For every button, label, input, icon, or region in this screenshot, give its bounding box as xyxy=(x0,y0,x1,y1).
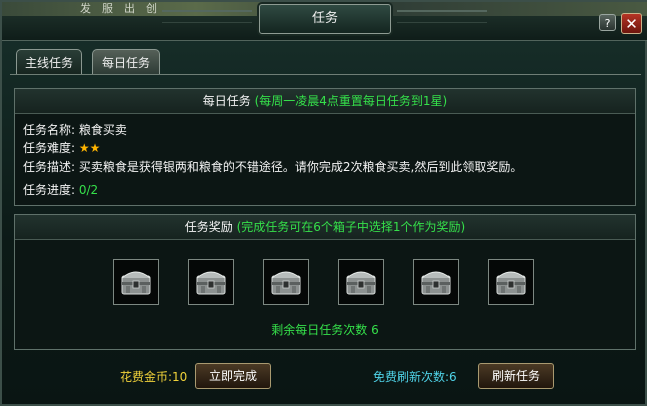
tab-daily-quest[interactable]: 每日任务 xyxy=(92,49,160,75)
quest-description-value: 买卖粮食是获得银两和粮食的不错途径。请你完成2次粮食买卖,然后到此领取奖励。 xyxy=(78,160,523,174)
reward-header: 任务奖励 (完成任务可在6个箱子中选择1个作为奖励) xyxy=(15,215,635,240)
title-ornament-left xyxy=(162,10,252,23)
close-button[interactable]: ✕ xyxy=(621,13,642,34)
quest-name-row: 任务名称: 粮食买卖 xyxy=(23,122,127,138)
reward-heading: 任务奖励 xyxy=(184,220,233,234)
quest-difficulty-row: 任务难度: ★★ xyxy=(23,140,100,156)
reward-panel: 任务奖励 (完成任务可在6个箱子中选择1个作为奖励) 剩余每日任务次数 6 xyxy=(14,214,636,350)
daily-quest-heading-note: (每周一凌晨4点重置每日任务到1星) xyxy=(254,94,448,108)
star-icon: ★ xyxy=(78,141,90,155)
free-refresh-label: 免费刷新次数: xyxy=(373,370,450,384)
quest-difficulty-label: 任务难度: xyxy=(23,141,76,155)
top-strip-item: 发 xyxy=(80,2,91,15)
tab-divider xyxy=(10,74,641,75)
window-title: 任务 xyxy=(259,4,391,34)
top-strip-item: 服 xyxy=(102,2,113,15)
cost-label: 花费金币: xyxy=(120,370,173,384)
cost-value: 10 xyxy=(172,370,188,384)
free-refresh-group: 免费刷新次数:6 xyxy=(373,368,457,385)
treasure-chest-icon[interactable] xyxy=(413,259,459,305)
quest-progress-label: 任务进度: xyxy=(23,183,76,197)
quest-name-value: 粮食买卖 xyxy=(78,123,127,137)
treasure-chest-icon[interactable] xyxy=(188,259,234,305)
quest-progress-value: 0/2 xyxy=(78,183,99,197)
quest-name-label: 任务名称: xyxy=(23,123,76,137)
daily-quest-header: 每日任务 (每周一凌晨4点重置每日任务到1星) xyxy=(15,89,635,114)
treasure-chest-icon[interactable] xyxy=(338,259,384,305)
treasure-chest-icon[interactable] xyxy=(488,259,534,305)
star-icon: ★ xyxy=(89,141,101,155)
complete-now-button[interactable]: 立即完成 xyxy=(195,363,271,389)
top-strip-item: 创 xyxy=(146,2,157,15)
remaining-daily-count: 剩余每日任务次数 6 xyxy=(271,323,379,337)
difficulty-stars: ★★ xyxy=(79,141,101,155)
treasure-chest-icon[interactable] xyxy=(113,259,159,305)
cost-label-group: 花费金币:10 xyxy=(120,368,187,385)
quest-progress-row: 任务进度: 0/2 xyxy=(23,182,98,198)
daily-quest-heading: 每日任务 xyxy=(202,94,251,108)
tab-main-quest[interactable]: 主线任务 xyxy=(16,49,82,75)
treasure-chest-icon[interactable] xyxy=(263,259,309,305)
title-ornament-right xyxy=(397,10,487,23)
task-window: 发 服 出 创 任务 ? ✕ 主线任务 每日任务 每日任务 (每周一凌晨4点重置… xyxy=(0,0,647,406)
refresh-quest-button[interactable]: 刷新任务 xyxy=(478,363,554,389)
help-button[interactable]: ? xyxy=(599,14,616,31)
quest-description-row: 任务描述: 买卖粮食是获得银两和粮食的不错途径。请你完成2次粮食买卖,然后到此领… xyxy=(23,159,522,175)
quest-description-label: 任务描述: xyxy=(23,160,76,174)
top-strip-item: 出 xyxy=(124,2,135,15)
daily-quest-panel: 每日任务 (每周一凌晨4点重置每日任务到1星) 任务名称: 粮食买卖 任务难度:… xyxy=(14,88,636,206)
free-refresh-value: 6 xyxy=(449,370,457,384)
reward-heading-note: (完成任务可在6个箱子中选择1个作为奖励) xyxy=(236,220,466,234)
